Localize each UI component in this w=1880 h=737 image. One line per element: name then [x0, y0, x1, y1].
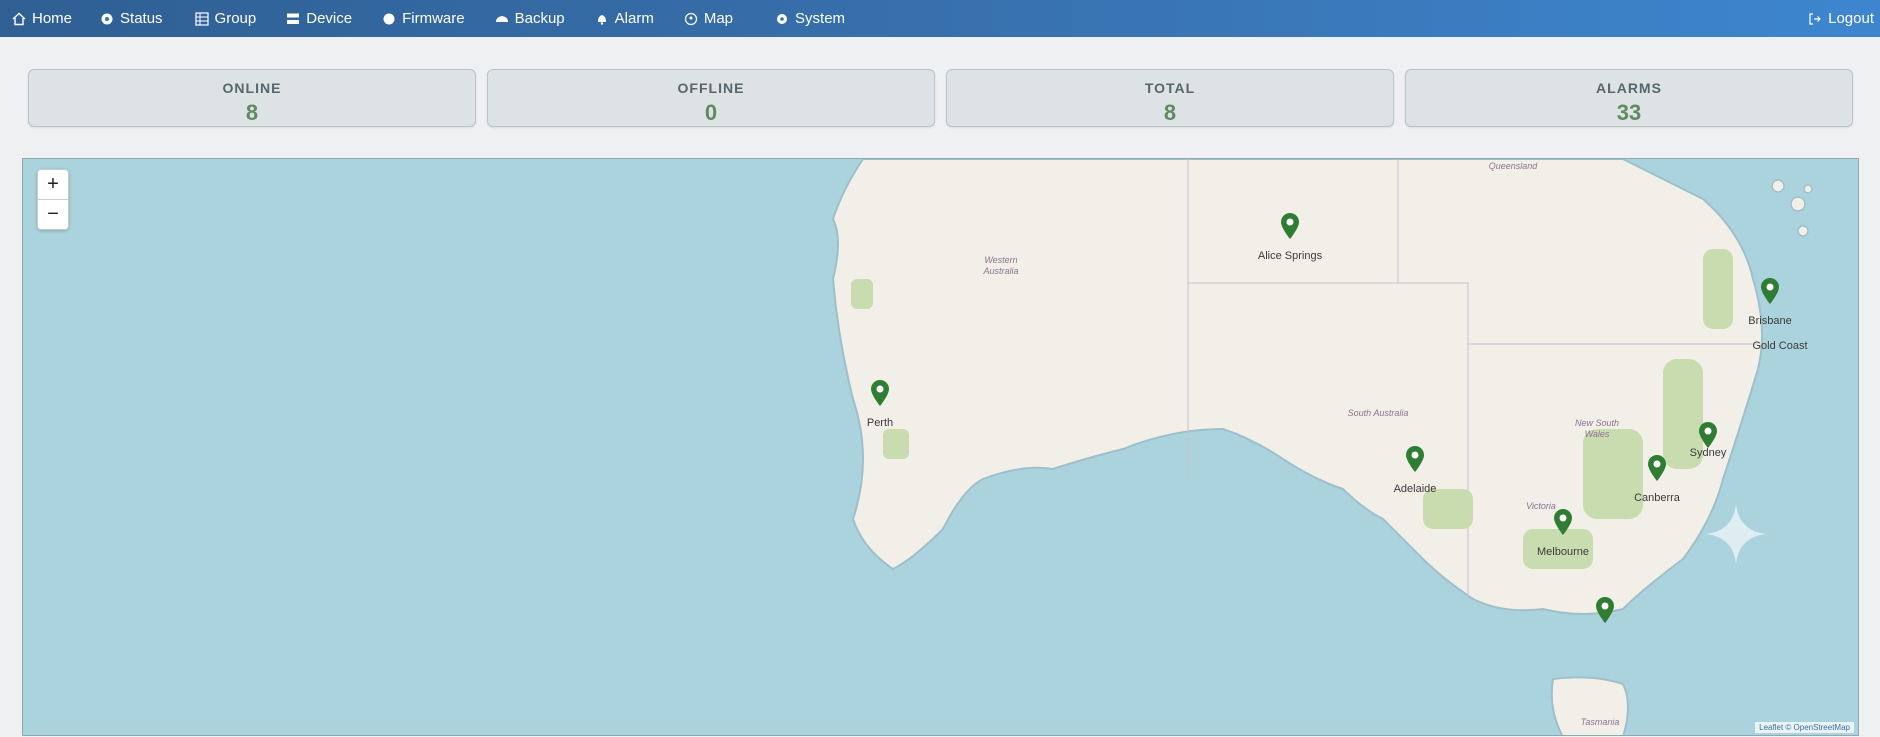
nav-alarm-label: Alarm — [614, 10, 654, 27]
stat-card-offline: OFFLINE 0 — [487, 69, 935, 127]
zoom-in-button[interactable]: + — [38, 170, 68, 200]
nav-status[interactable]: Status — [88, 0, 175, 37]
nav-backup[interactable]: Backup — [483, 0, 577, 37]
map-marker[interactable] — [1553, 508, 1573, 536]
nav-group-label: Group — [214, 10, 257, 27]
city-label: Gold Coast — [1752, 340, 1808, 352]
nav-home[interactable]: Home — [0, 0, 84, 37]
stat-title: TOTAL — [1144, 80, 1196, 96]
map-attribution[interactable]: Leaflet © OpenStreetMap — [1755, 722, 1854, 733]
map-pin-icon — [871, 380, 889, 406]
nav-firmware-label: Firmware — [402, 10, 465, 27]
city-label: Melbourne — [1537, 546, 1589, 558]
nav-backup-label: Backup — [514, 10, 565, 27]
map-marker[interactable] — [1280, 212, 1300, 240]
city-label: Perth — [866, 417, 894, 429]
map-pin-icon — [684, 12, 697, 25]
gear-icon — [777, 13, 788, 24]
city-label: Sydney — [1689, 447, 1727, 459]
nav-map[interactable]: Map — [672, 0, 745, 37]
map-pin-icon — [1648, 455, 1666, 481]
logout-icon — [1809, 12, 1821, 25]
nav-firmware[interactable]: Firmware — [370, 0, 477, 37]
bell-icon — [597, 14, 606, 25]
nav-system[interactable]: System — [763, 0, 857, 37]
map-marker[interactable] — [870, 379, 890, 407]
stat-title: OFFLINE — [677, 80, 745, 96]
map-pin-icon — [1406, 446, 1424, 472]
city-label: Brisbane — [1748, 315, 1792, 327]
stat-value: 0 — [704, 100, 718, 125]
firmware-icon — [383, 13, 395, 24]
region-label: Queensland — [1488, 161, 1538, 171]
region-label: Western Australia — [983, 255, 1019, 276]
group-icon — [194, 11, 209, 26]
map-pin-icon — [1554, 509, 1572, 535]
map-marker[interactable] — [1698, 421, 1718, 449]
map-pin-icon — [1761, 278, 1779, 304]
city-label: Adelaide — [1393, 483, 1437, 495]
device-icon — [287, 13, 300, 24]
region-label: New South Wales — [1574, 418, 1620, 439]
stat-title: ALARMS — [1596, 80, 1662, 96]
stats-row: ONLINE 8 OFFLINE 0 TOTAL 8 ALARMS 33 — [28, 69, 1854, 129]
stat-title: ONLINE — [222, 80, 282, 96]
region-label: South Australia — [1347, 408, 1409, 418]
nav-alarm[interactable]: Alarm — [583, 0, 666, 37]
status-icon — [101, 13, 113, 24]
nav-system-label: System — [795, 10, 846, 27]
stat-card-alarms: ALARMS 33 — [1405, 69, 1853, 127]
zoom-control: + − — [37, 169, 69, 230]
home-icon — [12, 12, 26, 25]
map-marker[interactable] — [1760, 277, 1780, 305]
stat-value: 8 — [245, 100, 259, 125]
map-tiles[interactable] — [23, 159, 1859, 736]
nav-device[interactable]: Device — [274, 0, 364, 37]
zoom-out-button[interactable]: − — [38, 200, 68, 229]
map-marker[interactable] — [1595, 596, 1615, 624]
top-navbar: Home Status Group Device Firmware Backup… — [0, 0, 1880, 37]
logout-label: Logout — [1828, 10, 1874, 27]
nav-group[interactable]: Group — [183, 0, 269, 37]
region-label: Tasmania — [1580, 717, 1620, 727]
sparkle-icon — [1706, 504, 1766, 564]
stat-card-total: TOTAL 8 — [946, 69, 1394, 127]
stat-card-online: ONLINE 8 — [28, 69, 476, 127]
map-pin-icon — [1281, 213, 1299, 239]
city-label: Alice Springs — [1257, 250, 1323, 262]
map-marker[interactable] — [1405, 445, 1425, 473]
backup-icon — [495, 15, 508, 22]
nav-home-label: Home — [32, 10, 73, 27]
logout-button[interactable]: Logout — [1796, 0, 1880, 37]
map-marker[interactable] — [1647, 454, 1667, 482]
nav-map-label: Map — [703, 10, 734, 27]
device-map[interactable]: + − Queensland Western Australia South A… — [22, 158, 1859, 736]
city-label: Canberra — [1634, 492, 1680, 504]
region-label: Victoria — [1526, 501, 1556, 511]
nav-device-label: Device — [306, 10, 353, 27]
nav-status-label: Status — [120, 10, 163, 27]
stat-value: 33 — [1616, 100, 1642, 125]
map-pin-icon — [1699, 422, 1717, 448]
stat-value: 8 — [1163, 100, 1177, 125]
nav-menu: Home Status Group Device Firmware Backup… — [0, 0, 857, 37]
map-pin-icon — [1596, 597, 1614, 623]
